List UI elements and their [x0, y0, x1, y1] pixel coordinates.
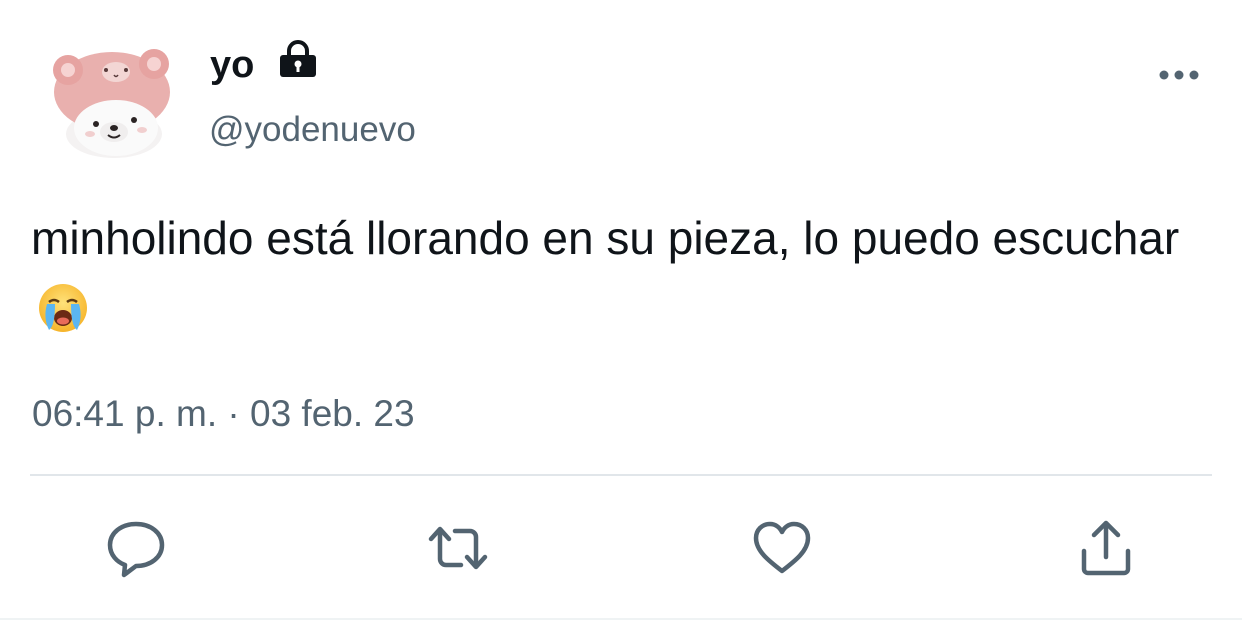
retweet-icon	[428, 526, 488, 570]
lock-icon	[277, 40, 319, 80]
reply-icon	[107, 521, 165, 578]
share-button[interactable]	[1072, 514, 1140, 582]
like-button[interactable]	[748, 514, 816, 582]
heart-icon	[753, 521, 811, 574]
bottom-divider	[0, 618, 1242, 620]
meta-separator: ·	[227, 393, 240, 434]
tweet-time[interactable]: 06:41 p. m.	[32, 393, 217, 434]
tweet-timestamp[interactable]: 06:41 p. m. · 03 feb. 23	[32, 388, 415, 440]
avatar[interactable]	[44, 42, 180, 162]
tweet-text-content: minholindo está llorando en su pieza, lo…	[31, 212, 1180, 264]
share-icon	[1081, 520, 1131, 576]
reply-button[interactable]	[102, 514, 170, 582]
tweet-date[interactable]: 03 feb. 23	[250, 393, 415, 434]
tweet-text: minholindo está llorando en su pieza, lo…	[31, 202, 1221, 354]
retweet-button[interactable]	[424, 514, 492, 582]
display-name[interactable]: yo	[210, 40, 254, 90]
more-icon[interactable]	[1156, 64, 1202, 86]
crying-face-icon	[37, 282, 89, 354]
bear-avatar-icon	[53, 49, 170, 158]
divider	[30, 474, 1212, 476]
author-handle[interactable]: @yodenuevo	[209, 106, 416, 154]
